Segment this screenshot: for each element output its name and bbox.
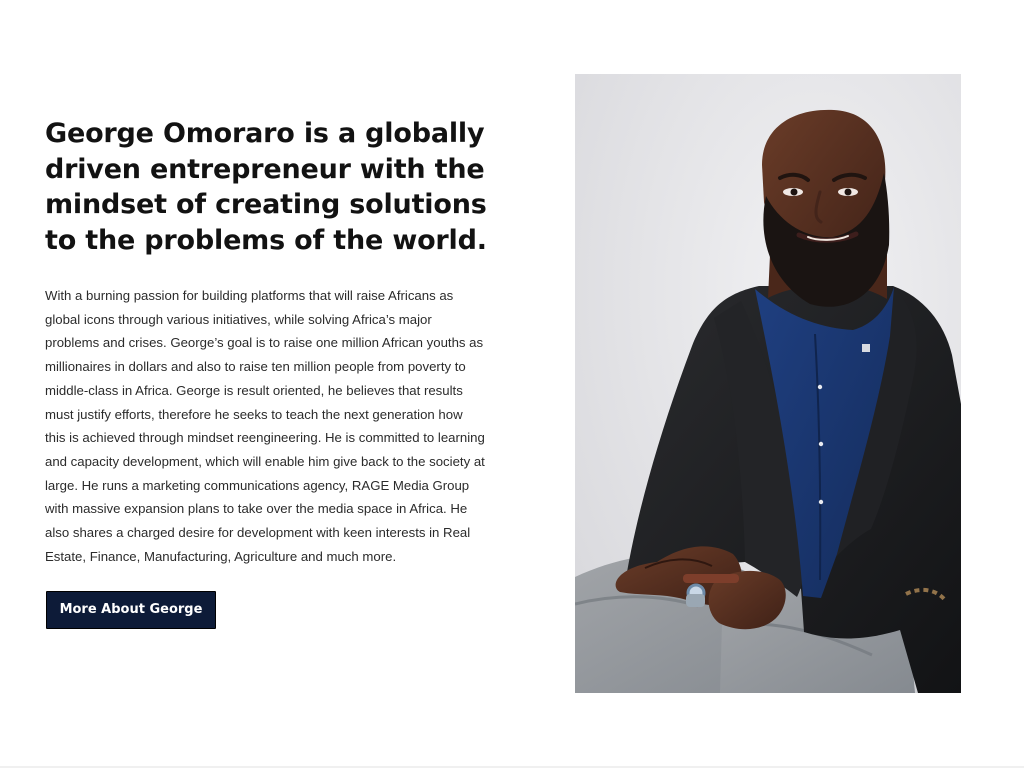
about-section: George Omoraro is a globally driven entr… <box>0 0 1024 768</box>
portrait-photo <box>575 74 961 693</box>
about-text-column: George Omoraro is a globally driven entr… <box>45 116 490 630</box>
about-bio: With a burning passion for building plat… <box>45 288 485 564</box>
portrait-illustration <box>575 74 961 693</box>
about-headline: George Omoraro is a globally driven entr… <box>45 118 487 256</box>
more-about-george-button[interactable]: More About George <box>46 591 216 630</box>
